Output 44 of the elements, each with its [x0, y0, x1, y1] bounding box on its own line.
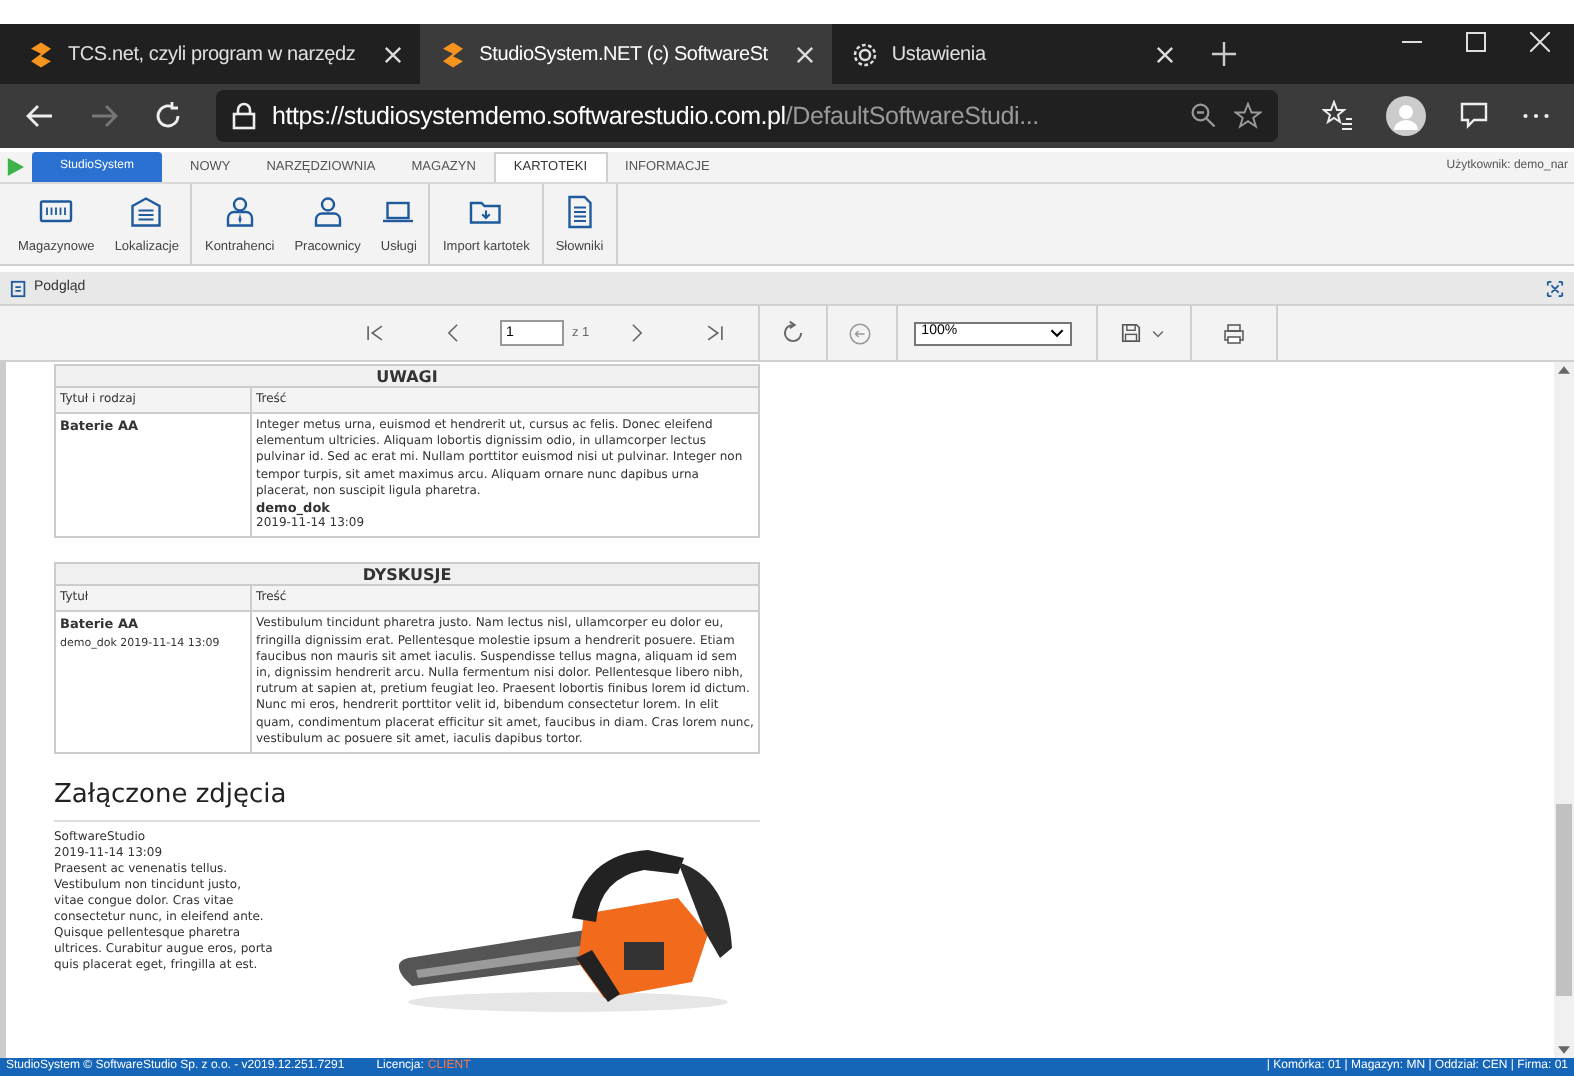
scroll-down-icon[interactable]	[1558, 1046, 1570, 1054]
settings-icon	[849, 39, 880, 69]
favorites-icon[interactable]	[1322, 100, 1354, 132]
browser-tab[interactable]: Ustawienia	[831, 24, 1192, 84]
first-page-icon[interactable]	[364, 322, 386, 344]
close-icon[interactable]	[1530, 32, 1550, 52]
close-icon[interactable]	[383, 45, 402, 63]
person-icon	[221, 194, 258, 230]
print-icon[interactable]	[1221, 321, 1246, 345]
scroll-up-icon[interactable]	[1558, 366, 1570, 374]
last-page-icon[interactable]	[703, 322, 726, 344]
forward-icon[interactable]	[88, 100, 120, 132]
close-icon[interactable]	[795, 45, 814, 63]
refresh-icon[interactable]	[779, 320, 806, 346]
browser-tab[interactable]: StudioSystem.NET (c) SoftwareSt	[419, 24, 832, 84]
refresh-icon[interactable]	[152, 100, 184, 132]
building-icon	[128, 194, 165, 230]
feedback-icon[interactable]	[1458, 100, 1490, 132]
logo-icon	[437, 39, 468, 69]
table-title: DYSKUSJE	[56, 564, 758, 587]
person-icon	[309, 194, 346, 230]
more-icon[interactable]	[1522, 112, 1550, 120]
logo-icon	[26, 39, 56, 69]
address-bar[interactable]: https://studiosystemdemo.softwarestudio.com.pl/DefaultSoftwareStudi...	[216, 90, 1278, 142]
section-heading: Załączone zdjęcia	[54, 776, 760, 822]
profile-icon[interactable]	[1386, 96, 1426, 136]
previous-icon[interactable]	[442, 322, 464, 344]
save-icon	[1119, 322, 1142, 344]
chevron-down-icon	[1049, 328, 1064, 338]
url-text: https://studiosystemdemo.softwarestudio.com.pl/DefaultSoftwareStudi...	[272, 99, 1041, 134]
star-icon[interactable]	[1234, 102, 1262, 130]
scrollbar-thumb[interactable]	[1556, 804, 1572, 996]
maximize-icon[interactable]	[1466, 32, 1486, 52]
save-button[interactable]	[1119, 322, 1164, 344]
preview-icon	[10, 279, 28, 297]
close-icon[interactable]	[1155, 45, 1174, 63]
chevron-down-icon	[1151, 329, 1164, 337]
browser-tab[interactable]: TCS.net, czyli program w narzędz	[8, 24, 420, 84]
zoom-icon[interactable]	[1190, 102, 1218, 130]
lock-icon	[232, 102, 256, 130]
new-tab-icon[interactable]	[1211, 42, 1236, 66]
back-icon[interactable]	[24, 100, 56, 132]
table-title: UWAGI	[56, 366, 758, 388]
expand-icon[interactable]	[1546, 279, 1564, 297]
